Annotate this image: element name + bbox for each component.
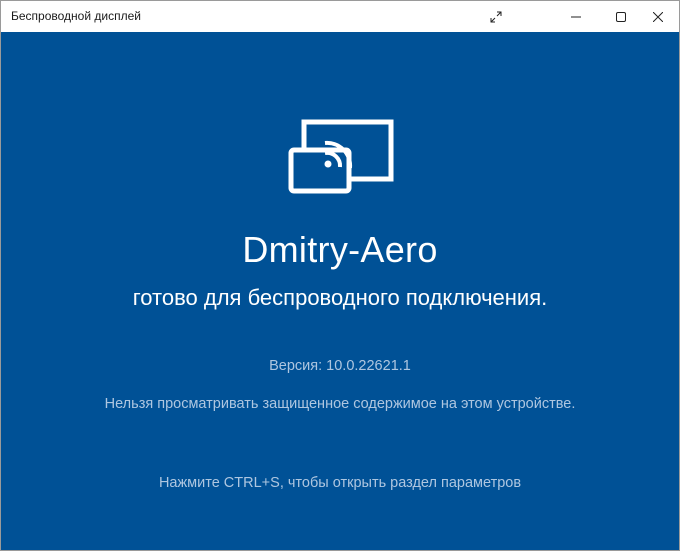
window-title: Беспроводной дисплей (11, 9, 141, 23)
wireless-display-cast-icon (288, 119, 394, 194)
version-text: Версия: 10.0.22621.1 (269, 358, 411, 374)
connection-status: готово для беспроводного подключения. (132, 285, 548, 310)
minimize-icon (571, 16, 581, 17)
device-name: Dmitry-Aero (242, 229, 438, 270)
expand-button[interactable] (473, 1, 519, 32)
settings-hint: Нажмите CTRL+S, чтобы открыть раздел пар… (158, 475, 522, 491)
minimize-button[interactable] (553, 1, 599, 32)
title-bar[interactable]: Беспроводной дисплей (1, 1, 679, 32)
close-icon (653, 11, 663, 22)
close-button[interactable] (635, 1, 679, 32)
protected-content-notice: Нельзя просматривать защищенное содержим… (104, 396, 576, 412)
app-window: Беспроводной дисплей Dmitry-Aero готово … (0, 0, 680, 551)
expand-arrows-icon (490, 11, 502, 22)
maximize-icon (616, 11, 626, 22)
main-content: Dmitry-Aero готово для беспроводного под… (1, 32, 679, 550)
